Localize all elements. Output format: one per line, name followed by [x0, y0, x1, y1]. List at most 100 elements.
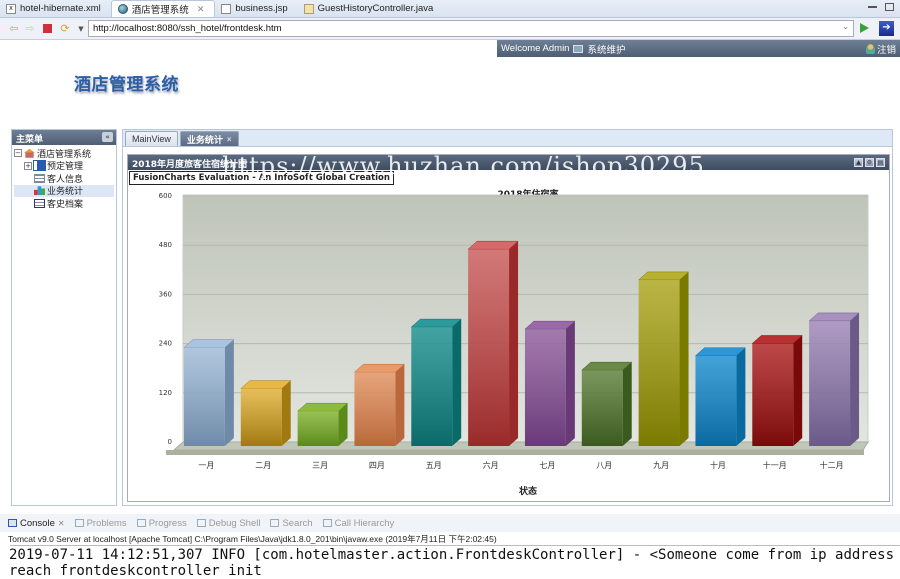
chevron-down-icon[interactable]: ▼ — [75, 23, 87, 35]
tab-business-stats[interactable]: 业务统计 × — [179, 131, 239, 146]
minimize-icon[interactable] — [868, 3, 877, 8]
y-tick-label: 0 — [168, 438, 172, 446]
panel-tools: ▲ ⚙ ▤ — [854, 158, 885, 167]
monitor-icon — [573, 44, 584, 53]
tab-search[interactable]: Search — [270, 518, 313, 529]
file-icon — [34, 198, 45, 208]
editor-tab-label: business.jsp — [235, 3, 288, 14]
back-arrow-icon[interactable]: ⇦ — [8, 22, 20, 35]
bar-top — [524, 320, 576, 330]
logout-label: 注销 — [876, 45, 896, 56]
stop-icon[interactable] — [43, 24, 52, 33]
bar-chart-icon — [34, 186, 45, 196]
bar-side — [281, 380, 291, 446]
bar-top — [637, 271, 690, 281]
fusioncharts-eval-label: FusionCharts Evaluation - An InfoSoft Gl… — [129, 171, 394, 185]
x-axis-label: 状态 — [519, 485, 537, 497]
tab-label: 业务统计 — [186, 134, 223, 145]
x-tick-label: 十二月 — [820, 460, 844, 470]
x-tick-label: 九月 — [653, 461, 669, 470]
bar-top — [183, 339, 235, 348]
tab-console[interactable]: Console ✕ — [8, 518, 65, 529]
tree-item-reservation[interactable]: + 预定管理 — [14, 160, 114, 172]
refresh-icon[interactable]: ⟳ — [59, 22, 71, 35]
bar-top — [808, 312, 860, 322]
editor-tab-guest-history-controller[interactable]: GuestHistoryController.java — [298, 0, 444, 17]
bar-side — [679, 271, 689, 446]
x-tick-label: 三月 — [312, 461, 328, 470]
editor-tab-hotel-hibernate[interactable]: x hotel-hibernate.xml — [0, 0, 111, 17]
collapse-icon[interactable]: « — [102, 132, 113, 142]
system-maintenance-link[interactable]: 系统维护 — [587, 42, 625, 56]
logout-button[interactable]: 注销 — [865, 42, 896, 56]
collapse-toggle-icon[interactable]: − — [14, 149, 22, 158]
editor-tab-label: GuestHistoryController.java — [317, 3, 434, 14]
welcome-text: Welcome Admin — [501, 43, 570, 54]
bar — [581, 370, 623, 446]
xml-file-icon: x — [6, 3, 16, 14]
bar-top — [353, 363, 406, 373]
problems-icon — [74, 519, 84, 527]
go-icon[interactable] — [860, 23, 869, 33]
forward-arrow-icon[interactable]: ⇨ — [24, 22, 36, 35]
bar — [297, 411, 339, 446]
bar-top — [751, 335, 803, 344]
bar — [468, 249, 510, 446]
external-browser-icon[interactable]: ➔ — [879, 21, 894, 36]
print-icon[interactable]: ▤ — [876, 158, 885, 167]
book-icon — [33, 160, 46, 172]
editor-tab-business-jsp[interactable]: business.jsp — [215, 0, 297, 17]
bar — [809, 320, 851, 446]
tab-mainview[interactable]: MainView — [125, 131, 178, 146]
bar-side — [622, 362, 632, 446]
bar-top — [410, 318, 462, 328]
tab-progress[interactable]: Progress — [136, 517, 187, 529]
x-tick-label: 六月 — [483, 460, 499, 470]
console-description: Tomcat v9.0 Server at localhost [Apache … — [8, 534, 497, 544]
console-output[interactable]: 2019-07-11 14:12:51,307 INFO [com.hotelm… — [9, 547, 894, 579]
sidebar-title: 主菜单 — [16, 135, 44, 145]
bar-top — [240, 380, 292, 389]
tree-item-business-stats[interactable]: 业务统计 — [14, 184, 114, 197]
chart-panel-title: 2018年月度旅客住宿统计图 — [132, 160, 248, 170]
user-icon — [865, 44, 875, 54]
close-tab-icon[interactable]: × — [227, 135, 232, 144]
tab-problems[interactable]: Problems — [74, 518, 127, 529]
editor-tab-bar: x hotel-hibernate.xml 酒店管理系统 ✕ business.… — [0, 0, 900, 18]
y-tick-label: 120 — [159, 389, 172, 397]
x-tick-label: 十月 — [710, 460, 726, 470]
app-title: 酒店管理系统 — [74, 75, 179, 95]
expand-toggle-icon[interactable]: + — [24, 161, 32, 170]
jsp-file-icon — [221, 3, 232, 14]
tab-label: Progress — [148, 517, 187, 529]
y-tick-label: 600 — [159, 192, 172, 200]
editor-tab-label: hotel-hibernate.xml — [20, 3, 101, 14]
tree-item-guest-info[interactable]: 客人信息 — [14, 172, 114, 185]
x-tick-label: 五月 — [426, 461, 442, 470]
url-text: http://localhost:8080/ssh_hotel/frontdes… — [93, 23, 282, 34]
welcome-bar: Welcome Admin 系统维护 注销 — [497, 40, 900, 57]
app-header: Welcome Admin 系统维护 注销 酒店管理系统 — [6, 40, 900, 126]
url-dropdown-icon[interactable]: ⌄ — [842, 22, 849, 31]
collapse-panel-icon[interactable]: ▲ — [854, 158, 863, 167]
bar — [695, 355, 737, 446]
maximize-icon[interactable] — [885, 3, 894, 11]
bar-side — [509, 241, 519, 446]
gear-icon[interactable]: ⚙ — [865, 158, 874, 167]
url-input[interactable]: http://localhost:8080/ssh_hotel/frontdes… — [88, 20, 854, 37]
bar-side — [736, 347, 746, 446]
editor-tab-hotel-system[interactable]: 酒店管理系统 ✕ — [110, 0, 216, 17]
progress-icon — [136, 519, 146, 527]
chart-panel-header: 2018年月度旅客住宿统计图 ▲ ⚙ ▤ — [128, 155, 889, 170]
tab-call-hierarchy[interactable]: Call Hierarchy — [322, 518, 394, 529]
globe-icon — [117, 4, 128, 14]
tab-debug-shell[interactable]: Debug Shell — [196, 518, 260, 529]
close-tab-icon[interactable]: ✕ — [58, 519, 65, 528]
close-tab-icon[interactable]: ✕ — [197, 4, 205, 15]
tree-item-hotel-system[interactable]: − 酒店管理系统 — [14, 147, 114, 160]
x-tick-label: 八月 — [596, 461, 612, 470]
bar-chart: 2018年住宿率 0120240360480600一月二月三月四月五月六月七月八… — [159, 188, 869, 497]
main-tab-bar: MainView 业务统计 × — [122, 129, 893, 146]
tree-item-guest-history[interactable]: 客史档案 — [14, 197, 114, 210]
y-tick-label: 360 — [159, 290, 172, 298]
